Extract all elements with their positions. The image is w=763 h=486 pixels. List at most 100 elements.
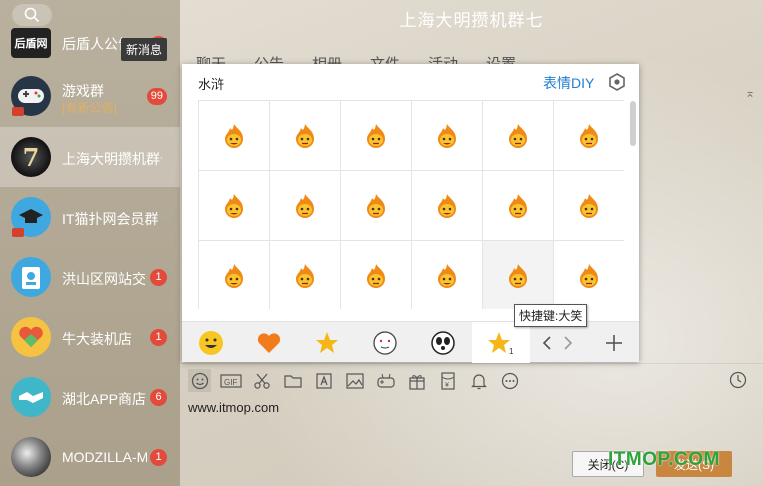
category-nav-arrows[interactable] [530, 322, 588, 363]
fire-smirk-icon [225, 193, 243, 218]
contact-item-modzilla[interactable]: MODZILLA-MOD 1 [0, 427, 180, 486]
more-icon [501, 372, 518, 389]
avatar: 7 [11, 137, 51, 177]
font-icon [315, 372, 332, 389]
heart-icon [257, 332, 281, 353]
emoji-cell[interactable] [270, 171, 341, 241]
fire-surprised-icon [438, 123, 456, 148]
emoji-cell[interactable] [341, 101, 412, 171]
fire-angry-icon [438, 193, 456, 218]
svg-text:¥: ¥ [445, 382, 449, 389]
more-button[interactable] [498, 369, 521, 392]
emoji-cell[interactable] [412, 241, 483, 309]
notify-button[interactable] [467, 369, 490, 392]
contact-name: 上海大明攒机群七 [62, 151, 162, 167]
font-style-button[interactable] [312, 369, 335, 392]
emoji-cell[interactable] [412, 171, 483, 241]
fire-happy-icon [580, 123, 598, 148]
folder-icon [283, 374, 302, 388]
contact-item-shanghai-daming[interactable]: 7 上海大明攒机群七 [0, 127, 180, 187]
emoji-cell[interactable] [199, 171, 270, 241]
emoji-button[interactable] [188, 369, 211, 392]
emoji-diy-link[interactable]: 表情DIY [543, 73, 594, 93]
clock-icon [729, 371, 747, 389]
fire-shout-icon [438, 263, 456, 288]
shortcut-tooltip: 快捷键:大笑 [514, 304, 588, 327]
emoji-grid [198, 100, 624, 309]
fire-laugh-big-icon [509, 263, 527, 288]
fire-wink-icon [509, 123, 527, 148]
unread-badge: 1 [150, 329, 167, 346]
red-packet-button[interactable]: ¥ [436, 369, 459, 392]
emoji-cell[interactable] [554, 241, 624, 309]
red-packet-icon: ¥ [440, 371, 455, 390]
add-category-button[interactable] [588, 322, 639, 363]
emoji-cell[interactable] [199, 101, 270, 171]
emoji-cell[interactable] [483, 101, 554, 171]
message-input[interactable]: www.itmop.com [188, 400, 279, 415]
emoji-cell[interactable] [412, 101, 483, 171]
game-button[interactable] [374, 369, 397, 392]
category-sketch-face[interactable] [356, 322, 414, 363]
emoji-cell[interactable] [483, 171, 554, 241]
category-smiley[interactable] [182, 322, 240, 363]
gift-button[interactable] [405, 369, 428, 392]
chat-main: 上海大明攒机群七 聊天 公告 相册 文件 活动 设置 ⌄ ⌅ 水浒 表情DIY [180, 0, 763, 486]
emoji-cell[interactable] [554, 171, 624, 241]
window-title: 上海大明攒机群七 [399, 11, 544, 30]
screenshot-button[interactable] [250, 369, 273, 392]
category-star[interactable] [298, 322, 356, 363]
new-message-tooltip: 新消息 [121, 38, 168, 61]
contact-name: 牛大装机店 [62, 331, 132, 347]
fire-shy-icon [580, 193, 598, 218]
fire-bowl-icon [296, 263, 314, 288]
emoji-cell[interactable] [341, 171, 412, 241]
fire-teeth-icon [367, 193, 385, 218]
emoji-cell[interactable] [554, 101, 624, 171]
unread-badge: 99 [146, 88, 167, 105]
smiley-icon [199, 330, 223, 355]
gamepad-icon [18, 89, 44, 103]
collapse-icon[interactable]: ⌅ [745, 86, 755, 100]
fire-grin-icon [367, 123, 385, 148]
fire-knife-icon [580, 263, 598, 288]
unread-badge: 1 [150, 269, 167, 286]
star-icon [316, 331, 338, 353]
emoji-cell[interactable] [341, 241, 412, 309]
category-heart[interactable] [240, 322, 298, 363]
category-panda[interactable] [414, 322, 472, 363]
send-file-button[interactable] [281, 369, 304, 392]
emoji-set-title: 水浒 [198, 77, 225, 92]
avatar [11, 317, 51, 357]
watermark-text: ITMOP.COM [608, 449, 720, 470]
contact-item-itmop[interactable]: IT猫扑网会员群 [0, 187, 180, 247]
fire-scared-icon [367, 263, 385, 288]
smiley-outline-icon [191, 372, 208, 389]
avatar [11, 437, 51, 477]
panda-icon [431, 330, 455, 355]
image-icon [345, 372, 364, 389]
contact-item-niuda[interactable]: 牛大装机店 1 [0, 307, 180, 367]
svg-text:GIF: GIF [224, 378, 237, 387]
contact-name: IT猫扑网会员群 [62, 211, 159, 227]
fire-smile-icon [296, 123, 314, 148]
emoji-cell[interactable] [199, 241, 270, 309]
emoji-cell[interactable] [483, 241, 554, 309]
emoji-cell[interactable] [270, 241, 341, 309]
contact-name: 湖北APP商店 [62, 391, 147, 407]
gift-icon [408, 374, 425, 390]
heart-icon [19, 326, 43, 347]
emoji-grid-scrollbar[interactable] [630, 101, 636, 146]
contact-item-game-group[interactable]: 游戏群 [有新公告] 99 [0, 66, 180, 126]
contact-item-hongshan[interactable]: 洪山区网站交流 1 [0, 247, 180, 307]
send-image-button[interactable] [343, 369, 366, 392]
history-button[interactable] [729, 371, 747, 392]
contact-item-hubei-app[interactable]: 湖北APP商店 6 [0, 367, 180, 427]
id-badge-icon [22, 267, 40, 289]
tag-icon [12, 228, 24, 237]
gif-icon: GIF [219, 373, 242, 388]
category-shuihu[interactable]: 1 [472, 322, 530, 363]
gif-button[interactable]: GIF [219, 369, 242, 392]
hexagon-settings-icon[interactable] [608, 73, 626, 91]
emoji-cell[interactable] [270, 101, 341, 171]
